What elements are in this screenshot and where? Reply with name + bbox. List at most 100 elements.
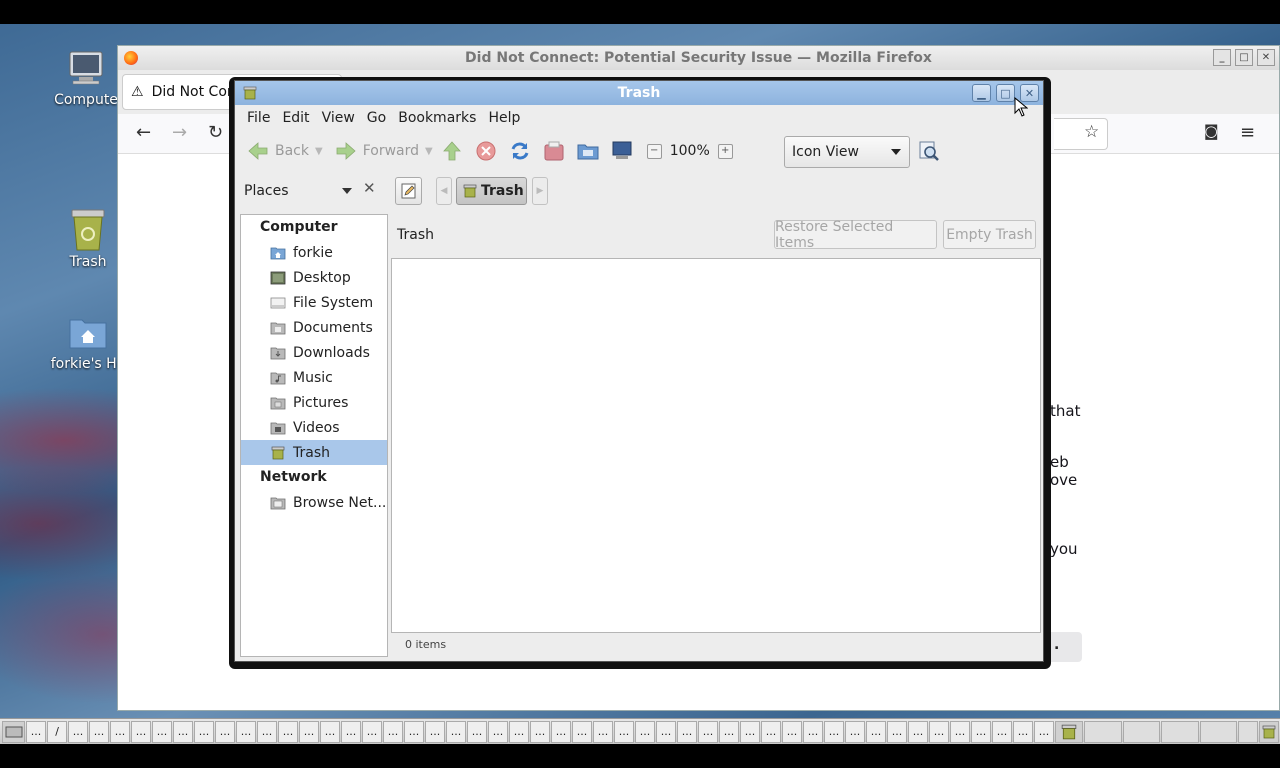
taskbar-trash-window[interactable] xyxy=(1055,720,1083,743)
breadcrumb-left-arrow-icon[interactable]: ◀ xyxy=(436,177,452,205)
reload-icon[interactable] xyxy=(509,140,531,162)
zoom-out-icon[interactable]: − xyxy=(646,143,662,159)
taskbar-button[interactable]: ... xyxy=(257,720,278,743)
taskbar-button[interactable]: ... xyxy=(719,720,740,743)
minimize-icon[interactable]: ▁ xyxy=(972,84,991,102)
back-arrow-icon[interactable]: ← xyxy=(136,122,151,143)
taskbar-button[interactable]: ... xyxy=(614,720,635,743)
taskbar-button[interactable]: ... xyxy=(656,720,677,743)
taskbar-button[interactable]: ... xyxy=(509,720,530,743)
taskbar-button[interactable]: ... xyxy=(929,720,950,743)
taskbar-button[interactable]: ... xyxy=(971,720,992,743)
taskbar-button[interactable]: ... xyxy=(320,720,341,743)
taskbar-button[interactable]: ... xyxy=(215,720,236,743)
forward-history-arrow-icon[interactable]: ▼ xyxy=(425,146,433,157)
taskbar-button[interactable]: ... xyxy=(383,720,404,743)
taskbar-button[interactable]: ... xyxy=(677,720,698,743)
taskbar-button[interactable]: ... xyxy=(26,720,47,743)
home-icon[interactable] xyxy=(543,140,565,162)
file-manager-titlebar[interactable]: Trash ▁ □ ✕ xyxy=(235,81,1043,105)
sidebar-item-file-system[interactable]: File System xyxy=(241,290,387,315)
breadcrumb-right-arrow-icon[interactable]: ▶ xyxy=(532,177,548,205)
back-button[interactable]: Back xyxy=(243,136,313,166)
empty-trash-button[interactable]: Empty Trash xyxy=(943,220,1036,249)
search-icon[interactable] xyxy=(918,140,940,162)
breadcrumb-trash[interactable]: Trash xyxy=(456,177,527,205)
taskbar-button[interactable]: ... xyxy=(110,720,131,743)
taskbar-button[interactable]: ... xyxy=(467,720,488,743)
sidebar-item-desktop[interactable]: Desktop xyxy=(241,265,387,290)
taskbar-button[interactable]: ... xyxy=(152,720,173,743)
drive-icon[interactable] xyxy=(2,720,26,743)
menu-help[interactable]: Help xyxy=(482,110,526,126)
pocket-icon[interactable]: ◙ xyxy=(1204,122,1219,140)
sidebar-item-videos[interactable]: Videos xyxy=(241,415,387,440)
sidebar-item-trash[interactable]: Trash xyxy=(241,440,387,465)
sidebar-item-pictures[interactable]: Pictures xyxy=(241,390,387,415)
menu-go[interactable]: Go xyxy=(361,110,392,126)
open-folder-icon[interactable] xyxy=(577,140,599,162)
minimize-icon[interactable]: _ xyxy=(1213,49,1231,66)
sidebar-type-select[interactable]: Places xyxy=(244,179,354,203)
maximize-icon[interactable]: □ xyxy=(996,84,1015,102)
taskbar-button[interactable]: ... xyxy=(278,720,299,743)
taskbar-button[interactable]: ... xyxy=(635,720,656,743)
taskbar-button[interactable]: ... xyxy=(782,720,803,743)
maximize-icon[interactable]: □ xyxy=(1235,49,1253,66)
taskbar-button[interactable]: ... xyxy=(173,720,194,743)
taskbar-slot[interactable] xyxy=(1199,720,1238,743)
menu-edit[interactable]: Edit xyxy=(276,110,315,126)
sidebar-item-browse-network[interactable]: Browse Net... xyxy=(241,490,387,515)
taskbar-slot[interactable] xyxy=(1161,720,1199,743)
bookmark-star-icon[interactable]: ☆ xyxy=(1084,122,1099,142)
taskbar-button[interactable]: ... xyxy=(551,720,572,743)
taskbar-button[interactable]: ... xyxy=(341,720,362,743)
taskbar-button[interactable]: ... xyxy=(698,720,719,743)
taskbar-button[interactable]: ... xyxy=(803,720,824,743)
taskbar-button[interactable]: ... xyxy=(236,720,257,743)
taskbar-button[interactable]: ... xyxy=(887,720,908,743)
file-icon-view[interactable] xyxy=(391,258,1041,633)
taskbar-button[interactable]: ... xyxy=(68,720,89,743)
toggle-location-entry-button[interactable] xyxy=(395,177,422,205)
taskbar-button[interactable]: ... xyxy=(761,720,782,743)
stop-icon[interactable] xyxy=(475,140,497,162)
taskbar-button[interactable]: ... xyxy=(488,720,509,743)
taskbar-button[interactable]: ... xyxy=(824,720,845,743)
taskbar-button[interactable]: ... xyxy=(992,720,1013,743)
taskbar-button[interactable]: ... xyxy=(1013,720,1034,743)
taskbar-button[interactable]: / xyxy=(47,720,68,743)
taskbar-button[interactable]: ... xyxy=(740,720,761,743)
tray-trash-icon[interactable] xyxy=(1259,720,1280,743)
reload-icon[interactable]: ↻ xyxy=(208,122,223,143)
zoom-in-icon[interactable]: + xyxy=(717,143,733,159)
taskbar-button[interactable]: ... xyxy=(425,720,446,743)
menu-view[interactable]: View xyxy=(316,110,361,126)
close-sidebar-icon[interactable]: ✕ xyxy=(363,179,376,197)
restore-selected-button[interactable]: Restore Selected Items xyxy=(774,219,937,251)
forward-button[interactable]: Forward xyxy=(331,136,423,166)
up-arrow-icon[interactable] xyxy=(441,140,463,162)
taskbar-button[interactable]: ... xyxy=(866,720,887,743)
taskbar-button[interactable]: ... xyxy=(950,720,971,743)
menu-file[interactable]: File xyxy=(241,110,276,126)
firefox-button-fragment[interactable]: . xyxy=(1046,632,1082,662)
taskbar-button[interactable]: ... xyxy=(194,720,215,743)
sidebar-item-documents[interactable]: Documents xyxy=(241,315,387,340)
taskbar-button[interactable]: ... xyxy=(530,720,551,743)
taskbar-slot[interactable] xyxy=(1083,720,1122,743)
taskbar-button[interactable]: ... xyxy=(404,720,425,743)
taskbar-button[interactable]: ... xyxy=(89,720,110,743)
firefox-titlebar[interactable]: Did Not Connect: Potential Security Issu… xyxy=(118,46,1279,70)
taskbar-button[interactable]: ... xyxy=(908,720,929,743)
back-history-arrow-icon[interactable]: ▼ xyxy=(315,146,323,157)
taskbar-button[interactable]: ... xyxy=(299,720,320,743)
taskbar-slot[interactable] xyxy=(1238,720,1259,743)
taskbar-button[interactable]: ... xyxy=(362,720,383,743)
taskbar-button[interactable]: ... xyxy=(593,720,614,743)
taskbar-button[interactable]: ... xyxy=(1034,720,1055,743)
taskbar-button[interactable]: ... xyxy=(845,720,866,743)
taskbar-button[interactable]: ... xyxy=(572,720,593,743)
sidebar-item-forkie[interactable]: forkie xyxy=(241,240,387,265)
menu-bookmarks[interactable]: Bookmarks xyxy=(392,110,482,126)
